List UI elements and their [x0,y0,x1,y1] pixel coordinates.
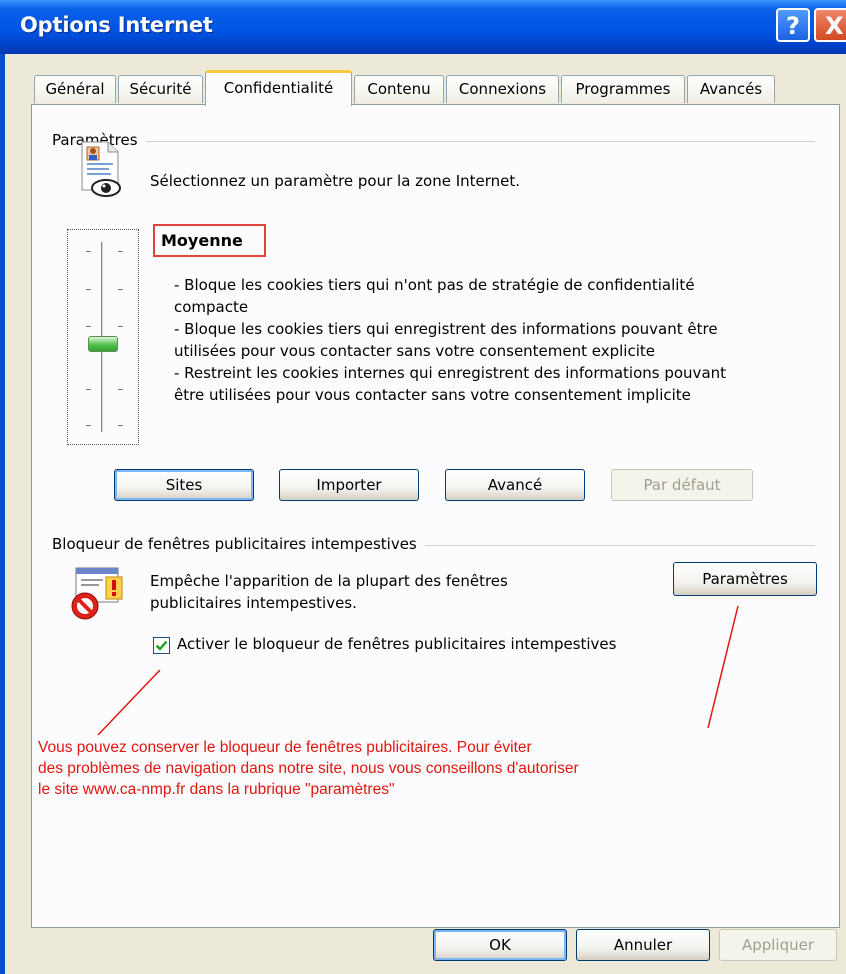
annotation-text-line: des problèmes de navigation dans notre s… [38,760,579,777]
internet-options-window: Options Internet ? X Général Sécurité Co… [0,0,846,974]
annotation-text-line: Vous pouvez conserver le bloqueur de fen… [38,739,532,756]
annotation-arrows [97,605,739,736]
annotation-text-line: le site www.ca-nmp.fr dans la rubrique "… [38,781,395,798]
